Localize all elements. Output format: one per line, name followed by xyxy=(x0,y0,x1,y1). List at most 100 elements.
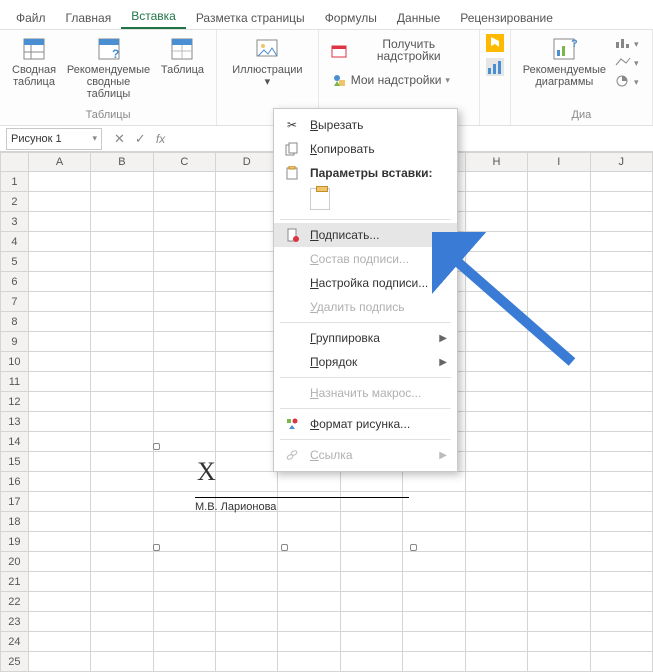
cell[interactable] xyxy=(28,332,90,352)
cell[interactable] xyxy=(465,472,527,492)
cell[interactable] xyxy=(91,572,153,592)
tab-insert[interactable]: Вставка xyxy=(121,3,186,29)
cell[interactable] xyxy=(528,592,590,612)
cell[interactable] xyxy=(528,172,590,192)
cell[interactable] xyxy=(590,172,653,192)
cell[interactable] xyxy=(465,452,527,472)
cell[interactable] xyxy=(528,532,590,552)
recommended-pivot-button[interactable]: ? Рекомендуемые сводные таблицы xyxy=(64,34,153,102)
cell[interactable] xyxy=(216,592,278,612)
cell[interactable] xyxy=(590,332,653,352)
cell[interactable] xyxy=(216,292,278,312)
cell[interactable] xyxy=(153,292,215,312)
cell[interactable] xyxy=(216,352,278,372)
cell[interactable] xyxy=(153,352,215,372)
cell[interactable] xyxy=(28,192,90,212)
cell[interactable] xyxy=(403,572,465,592)
menu-format-picture[interactable]: Формат рисунка... xyxy=(274,412,457,436)
cell[interactable] xyxy=(216,372,278,392)
cell[interactable] xyxy=(465,332,527,352)
cell[interactable] xyxy=(153,592,215,612)
cell[interactable] xyxy=(216,212,278,232)
cell[interactable] xyxy=(465,532,527,552)
row-header[interactable]: 21 xyxy=(1,572,29,592)
cell[interactable] xyxy=(403,652,465,672)
cell[interactable] xyxy=(465,192,527,212)
cell[interactable] xyxy=(91,232,153,252)
row-header[interactable]: 7 xyxy=(1,292,29,312)
cell[interactable] xyxy=(528,472,590,492)
menu-group[interactable]: Группировка ▶ xyxy=(274,326,457,350)
selection-handle[interactable] xyxy=(153,443,160,450)
cell[interactable] xyxy=(340,612,402,632)
cell[interactable] xyxy=(590,352,653,372)
people-graph-icon[interactable] xyxy=(486,58,504,79)
cell[interactable] xyxy=(28,372,90,392)
cell[interactable] xyxy=(340,552,402,572)
cell[interactable] xyxy=(28,212,90,232)
cell[interactable] xyxy=(28,592,90,612)
cell[interactable] xyxy=(153,272,215,292)
recommended-charts-button[interactable]: ? Рекомендуемые диаграммы xyxy=(521,34,608,90)
cell[interactable] xyxy=(153,612,215,632)
cell[interactable] xyxy=(590,612,653,632)
table-button[interactable]: Таблица xyxy=(159,34,206,78)
row-header[interactable]: 9 xyxy=(1,332,29,352)
cell[interactable] xyxy=(28,572,90,592)
cell[interactable] xyxy=(28,412,90,432)
cell[interactable] xyxy=(28,612,90,632)
cell[interactable] xyxy=(528,352,590,372)
cell[interactable] xyxy=(91,332,153,352)
cell[interactable] xyxy=(216,552,278,572)
column-header[interactable]: H xyxy=(465,153,527,172)
cell[interactable] xyxy=(28,252,90,272)
cancel-formula-icon[interactable]: ✕ xyxy=(114,131,125,147)
cell[interactable] xyxy=(153,392,215,412)
cell[interactable] xyxy=(216,612,278,632)
cell[interactable] xyxy=(153,212,215,232)
chart-type-3-icon[interactable]: ▾ xyxy=(614,74,642,91)
cell[interactable] xyxy=(528,492,590,512)
cell[interactable] xyxy=(590,272,653,292)
cell[interactable] xyxy=(91,552,153,572)
cell[interactable] xyxy=(28,452,90,472)
menu-copy[interactable]: Копировать xyxy=(274,137,457,161)
row-header[interactable]: 17 xyxy=(1,492,29,512)
cell[interactable] xyxy=(91,592,153,612)
cell[interactable] xyxy=(465,552,527,572)
cell[interactable] xyxy=(528,452,590,472)
accept-formula-icon[interactable]: ✓ xyxy=(135,131,146,147)
cell[interactable] xyxy=(465,312,527,332)
row-header[interactable]: 8 xyxy=(1,312,29,332)
cell[interactable] xyxy=(590,452,653,472)
row-header[interactable]: 1 xyxy=(1,172,29,192)
row-header[interactable]: 12 xyxy=(1,392,29,412)
row-header[interactable]: 22 xyxy=(1,592,29,612)
cell[interactable] xyxy=(91,372,153,392)
cell[interactable] xyxy=(465,352,527,372)
cell[interactable] xyxy=(528,372,590,392)
cell[interactable] xyxy=(28,172,90,192)
cell[interactable] xyxy=(278,652,340,672)
tab-data[interactable]: Данные xyxy=(387,5,450,29)
cell[interactable] xyxy=(28,352,90,372)
row-header[interactable]: 25 xyxy=(1,652,29,672)
cell[interactable] xyxy=(216,652,278,672)
row-header[interactable]: 18 xyxy=(1,512,29,532)
row-header[interactable]: 4 xyxy=(1,232,29,252)
row-header[interactable]: 6 xyxy=(1,272,29,292)
cell[interactable] xyxy=(153,652,215,672)
cell[interactable] xyxy=(590,492,653,512)
column-header[interactable]: B xyxy=(91,153,153,172)
row-header[interactable]: 15 xyxy=(1,452,29,472)
cell[interactable] xyxy=(28,392,90,412)
my-addins-button[interactable]: Мои надстройки ▾ xyxy=(329,68,452,92)
cell[interactable] xyxy=(91,292,153,312)
cell[interactable] xyxy=(91,492,153,512)
cell[interactable] xyxy=(528,392,590,412)
cell[interactable] xyxy=(216,172,278,192)
get-addins-button[interactable]: Получить надстройки xyxy=(329,34,469,66)
row-header[interactable]: 13 xyxy=(1,412,29,432)
cell[interactable] xyxy=(465,652,527,672)
cell[interactable] xyxy=(528,292,590,312)
